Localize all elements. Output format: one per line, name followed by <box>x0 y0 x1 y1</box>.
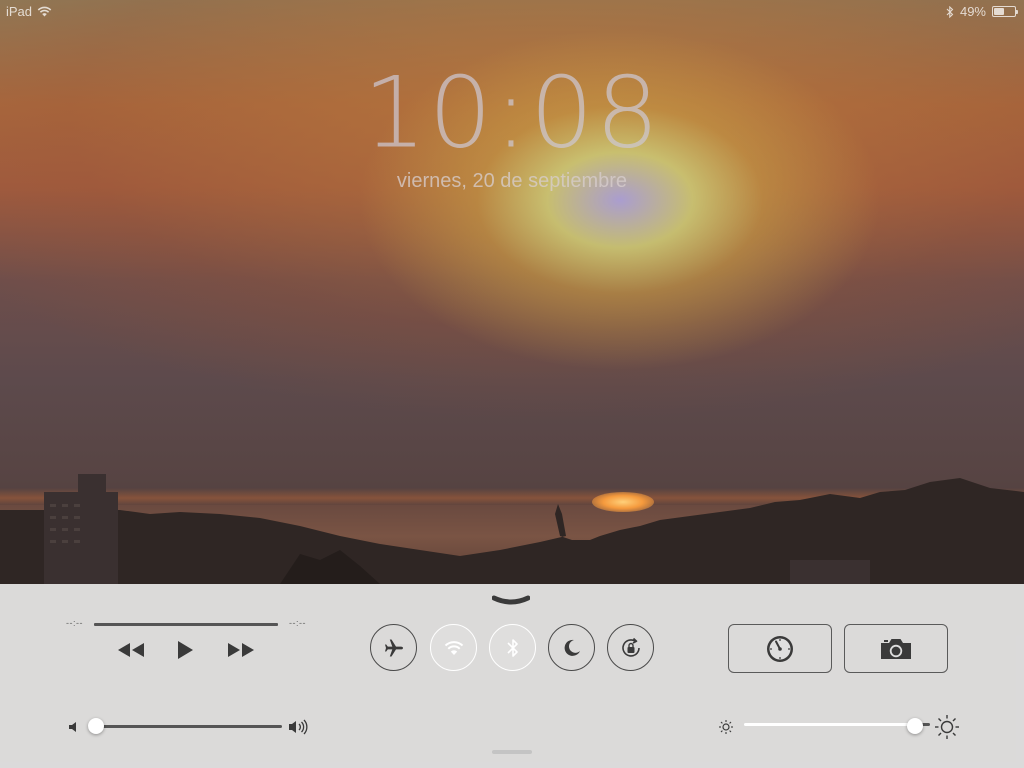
play-icon <box>178 641 193 659</box>
timer-button[interactable] <box>728 624 832 673</box>
camera-icon <box>881 638 911 659</box>
do-not-disturb-toggle[interactable] <box>548 624 595 671</box>
grabber-chevron-icon[interactable] <box>492 594 530 608</box>
battery-percentage: 49% <box>959 4 986 19</box>
wifi-icon <box>444 640 463 655</box>
volume-low-icon <box>69 722 76 732</box>
lock-screen-time: 10:08 <box>362 55 662 170</box>
volume-track[interactable] <box>88 725 282 728</box>
device-label: iPad <box>6 4 33 19</box>
battery-level-fill <box>994 8 1004 15</box>
rewind-icon <box>118 643 144 657</box>
volume-slider[interactable] <box>68 716 312 738</box>
battery-icon <box>992 6 1018 17</box>
camera-button[interactable] <box>844 624 948 673</box>
wifi-icon <box>37 6 52 17</box>
city-silhouette <box>0 474 1024 584</box>
media-scrubber[interactable]: --:-- --:-- <box>66 618 306 630</box>
wifi-toggle[interactable] <box>430 624 477 671</box>
brightness-low-icon <box>719 720 733 734</box>
rotation-lock-toggle[interactable] <box>607 624 654 671</box>
fast-forward-button[interactable] <box>224 636 258 664</box>
brightness-high-icon <box>935 715 959 739</box>
volume-thumb[interactable] <box>88 718 104 734</box>
bluetooth-icon <box>946 5 954 18</box>
volume-high-icon <box>289 719 308 735</box>
moon-icon <box>564 639 580 656</box>
bluetooth-icon <box>506 638 518 657</box>
elapsed-time: --:-- <box>66 618 83 628</box>
control-center: --:-- --:-- <box>0 584 1024 768</box>
timer-icon <box>767 635 793 662</box>
remaining-time: --:-- <box>289 618 306 628</box>
airplane-mode-toggle[interactable] <box>370 624 417 671</box>
airplane-icon <box>384 639 403 656</box>
fast-forward-icon <box>228 643 254 657</box>
rewind-button[interactable] <box>114 636 148 664</box>
brightness-track-filled[interactable] <box>744 723 916 726</box>
home-indicator <box>492 750 532 754</box>
brightness-slider[interactable] <box>718 714 962 740</box>
bluetooth-toggle[interactable] <box>489 624 536 671</box>
status-bar: iPad 49% <box>0 0 1024 22</box>
play-button[interactable] <box>172 636 198 664</box>
rotation-lock-icon <box>621 637 640 657</box>
lock-screen-date: viernes, 20 de septiembre <box>396 170 628 192</box>
brightness-thumb[interactable] <box>907 718 924 734</box>
scrubber-track[interactable] <box>94 623 278 626</box>
